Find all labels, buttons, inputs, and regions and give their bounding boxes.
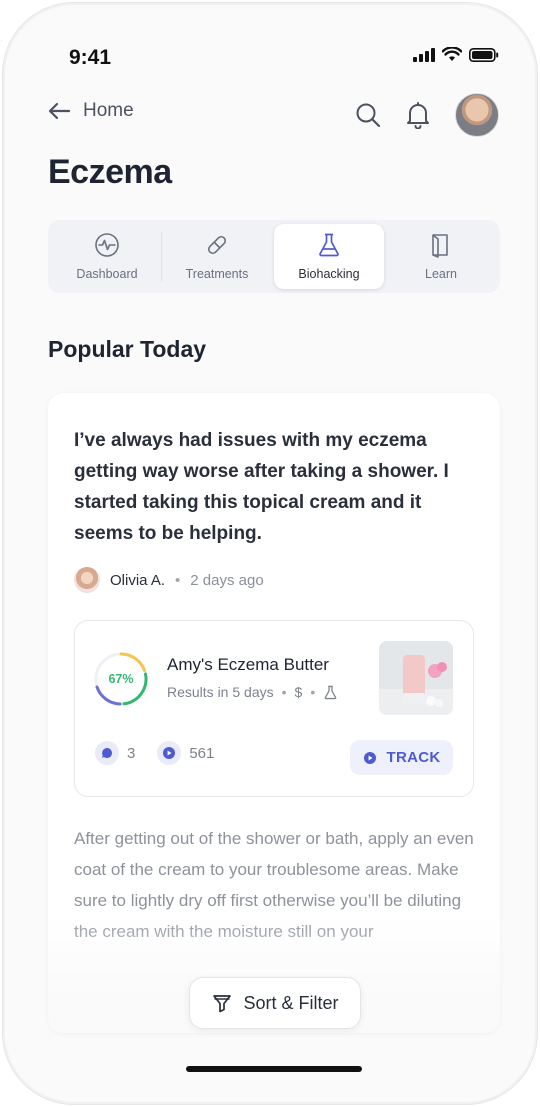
product-name: Amy's Eczema Butter bbox=[167, 655, 329, 674]
signal-icon bbox=[413, 47, 435, 62]
flask-icon bbox=[324, 685, 337, 699]
results-time: Results in 5 days bbox=[167, 684, 274, 700]
back-label: Home bbox=[83, 100, 134, 121]
post-card[interactable]: I’ve always had issues with my eczema ge… bbox=[48, 393, 500, 1033]
tab-label: Treatments bbox=[185, 267, 249, 281]
phone-frame: 9:41 Home Eczema Dashboard Treatments Bi… bbox=[2, 2, 538, 1105]
play-icon[interactable] bbox=[157, 741, 182, 765]
post-author[interactable]: Olivia A. • 2 days ago bbox=[74, 567, 264, 593]
product-image bbox=[379, 641, 453, 715]
home-indicator bbox=[186, 1066, 362, 1072]
pill-icon bbox=[207, 235, 227, 255]
tab-bar: Dashboard Treatments Biohacking Learn bbox=[48, 220, 500, 293]
page-title: Eczema bbox=[48, 153, 172, 191]
separator-dot: • bbox=[281, 684, 287, 700]
tab-dashboard[interactable]: Dashboard bbox=[52, 224, 162, 289]
book-icon bbox=[432, 234, 448, 258]
comment-icon[interactable] bbox=[95, 741, 119, 765]
flask-icon bbox=[319, 233, 339, 257]
tab-learn[interactable]: Learn bbox=[386, 224, 496, 289]
comment-count: 3 bbox=[127, 744, 136, 762]
back-button[interactable]: Home bbox=[47, 100, 134, 122]
battery-icon bbox=[469, 47, 499, 62]
post-quote: I’ve always had issues with my eczema ge… bbox=[74, 430, 449, 544]
activity-icon bbox=[95, 233, 119, 257]
author-avatar bbox=[74, 567, 100, 593]
product-stats: 3 561 bbox=[95, 741, 214, 765]
sort-filter-button[interactable]: Sort & Filter bbox=[189, 977, 361, 1029]
tab-label: Learn bbox=[425, 267, 457, 281]
header-actions bbox=[355, 93, 499, 137]
product-meta: Results in 5 days • $ • bbox=[167, 684, 338, 700]
status-time: 9:41 bbox=[69, 46, 112, 69]
author-name: Olivia A. bbox=[110, 571, 166, 589]
wifi-icon bbox=[442, 47, 462, 61]
price-level: $ bbox=[294, 684, 303, 700]
search-icon[interactable] bbox=[355, 102, 381, 128]
bell-icon[interactable] bbox=[405, 101, 431, 129]
user-avatar[interactable] bbox=[455, 93, 499, 137]
view-count: 561 bbox=[189, 744, 215, 762]
success-rate: 67% bbox=[108, 672, 134, 686]
arrow-left-icon bbox=[48, 102, 71, 120]
tab-label: Biohacking bbox=[298, 267, 360, 281]
product-photo-icon bbox=[379, 641, 453, 715]
section-title: Popular Today bbox=[48, 336, 207, 362]
tab-biohacking[interactable]: Biohacking bbox=[274, 224, 384, 289]
tab-label: Dashboard bbox=[76, 267, 138, 281]
tab-treatments[interactable]: Treatments bbox=[162, 224, 272, 289]
separator-dot: • bbox=[310, 684, 316, 700]
sort-filter-label: Sort & Filter bbox=[243, 992, 339, 1013]
track-button[interactable]: TRACK bbox=[350, 740, 453, 775]
product-card[interactable]: 67% Amy's Eczema Butter Results in 5 day… bbox=[74, 620, 474, 797]
separator-dot: • bbox=[175, 571, 181, 589]
post-time: 2 days ago bbox=[190, 571, 264, 589]
filter-icon bbox=[213, 995, 232, 1013]
track-label: TRACK bbox=[386, 749, 441, 766]
status-icons bbox=[413, 47, 499, 62]
play-icon bbox=[363, 751, 376, 764]
